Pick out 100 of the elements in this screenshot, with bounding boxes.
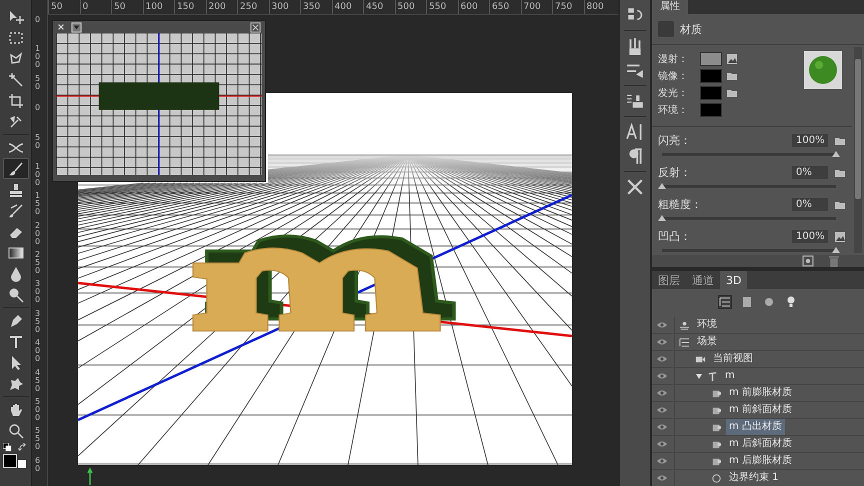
ruler-label: 300	[268, 0, 300, 14]
texture-icon[interactable]	[726, 53, 738, 65]
tree-item[interactable]: 环境	[694, 317, 720, 333]
ruler-label: 0	[34, 16, 42, 26]
ruler-label: 350	[34, 310, 42, 336]
color-swatch[interactable]	[700, 86, 722, 100]
ruler-label: 150	[34, 192, 42, 218]
visibility-eye-icon[interactable]	[656, 457, 668, 465]
tools-icon[interactable]	[626, 178, 644, 196]
ruler-label: 800	[584, 0, 615, 14]
visibility-eye-icon[interactable]	[656, 355, 668, 363]
tree-item[interactable]: 场景	[694, 334, 720, 350]
tree-item[interactable]: 当前视图	[710, 351, 756, 367]
ruler-label: 700	[520, 0, 552, 14]
ruler-label: 300	[34, 280, 42, 306]
ruler-label: 100	[142, 0, 174, 14]
scene-filter-icon[interactable]	[718, 295, 732, 309]
ruler-label: 750	[552, 0, 584, 14]
ruler-label: 500	[34, 398, 42, 424]
ruler-label: 450	[363, 0, 394, 14]
panel-tab[interactable]: 通道	[686, 271, 720, 289]
ruler-label: 50	[48, 0, 80, 14]
environment-icon	[679, 320, 690, 330]
character-icon[interactable]	[626, 123, 644, 141]
slider-thumb[interactable]	[658, 183, 666, 189]
slider-thumb[interactable]	[832, 247, 840, 253]
ruler-label: 250	[237, 0, 268, 14]
slider-label: 粗糙度：	[658, 197, 703, 212]
slider-label: 闪亮：	[658, 133, 692, 148]
value-field[interactable]: 0%	[792, 166, 828, 179]
ruler-label: 50	[111, 0, 142, 14]
folder-icon[interactable]	[726, 70, 738, 82]
value-field[interactable]: 100%	[792, 230, 828, 243]
visibility-eye-icon[interactable]	[656, 406, 668, 414]
visibility-eye-icon[interactable]	[656, 474, 668, 482]
field-label: 镜像：	[658, 70, 689, 83]
disclosure-triangle-icon[interactable]	[695, 372, 703, 380]
brush-icon[interactable]	[2, 158, 28, 179]
field-label: 发光：	[658, 86, 689, 100]
ruler-label: 100	[34, 45, 42, 72]
ruler-label: 60	[34, 456, 42, 475]
ruler-label: 550	[426, 0, 458, 14]
panel-tab[interactable]: 属性	[652, 0, 688, 14]
foreground-color-swatch[interactable]	[2, 454, 16, 468]
material-filter-icon[interactable]	[762, 295, 776, 309]
slider-label: 凹凸：	[658, 229, 692, 244]
slider-label: 反射：	[658, 165, 692, 180]
tree-item[interactable]: m 前膨胀材质	[726, 385, 795, 401]
mesh-filter-icon[interactable]	[740, 295, 754, 309]
panel-tab[interactable]: 3D	[720, 271, 748, 289]
ruler-label: 200	[206, 0, 237, 14]
tree-item[interactable]: m 后斜面材质	[726, 436, 795, 452]
field-label: 漫射：	[658, 52, 689, 66]
visibility-eye-icon[interactable]	[656, 423, 668, 431]
view-menu-icon[interactable]	[71, 22, 82, 32]
ruler-label: 150	[174, 0, 206, 14]
panel-tab[interactable]: 图层	[652, 271, 686, 289]
texture-icon[interactable]	[834, 230, 846, 242]
ruler-label: 50	[34, 134, 42, 152]
visibility-eye-icon[interactable]	[656, 321, 668, 329]
slider-thumb[interactable]	[832, 151, 840, 157]
ruler-label: 250	[34, 251, 42, 277]
tree-item[interactable]: m 前斜面材质	[726, 402, 795, 418]
ruler-label: 0	[80, 0, 111, 14]
slider-thumb[interactable]	[658, 215, 666, 221]
visibility-eye-icon[interactable]	[656, 338, 668, 346]
folder-icon[interactable]	[726, 87, 738, 99]
clone-source-icon[interactable]	[626, 92, 644, 110]
tree-item[interactable]: m 后膨胀材质	[726, 453, 795, 469]
value-field[interactable]: 0%	[792, 198, 828, 211]
field-label: 环境：	[658, 104, 689, 117]
tree-item[interactable]: 边界约束 1	[726, 470, 782, 486]
ruler-label: 200	[34, 222, 42, 248]
axis-gizmo-icon	[85, 467, 95, 485]
color-swatch[interactable]	[700, 52, 722, 66]
panel-heading: 材质	[680, 22, 702, 36]
value-field[interactable]: 100%	[792, 134, 828, 147]
expand-icon[interactable]	[250, 22, 261, 32]
background-color-swatch[interactable]	[18, 460, 26, 468]
close-icon[interactable]	[57, 23, 65, 31]
mesh-icon	[707, 370, 718, 382]
texture-preview[interactable]	[804, 51, 842, 89]
ruler-label: 500	[394, 0, 426, 14]
scrollbar[interactable]	[854, 47, 862, 253]
tree-item[interactable]: m	[722, 368, 738, 384]
ruler-label: 400	[34, 339, 42, 366]
render-icon[interactable]	[802, 255, 814, 267]
tree-item[interactable]: m 凸出材质	[726, 419, 785, 435]
ruler-label: 400	[332, 0, 363, 14]
visibility-eye-icon[interactable]	[656, 440, 668, 448]
color-swatch[interactable]	[700, 103, 722, 117]
visibility-eye-icon[interactable]	[656, 372, 668, 380]
circle-icon	[711, 472, 722, 484]
swap-colors-icon[interactable]	[18, 443, 26, 452]
ruler-label: 50	[34, 74, 42, 93]
ruler-label: 600	[458, 0, 489, 14]
color-swatch[interactable]	[700, 69, 722, 83]
visibility-eye-icon[interactable]	[656, 389, 668, 397]
ruler-label: 350	[300, 0, 332, 14]
default-colors-icon[interactable]	[2, 443, 12, 452]
